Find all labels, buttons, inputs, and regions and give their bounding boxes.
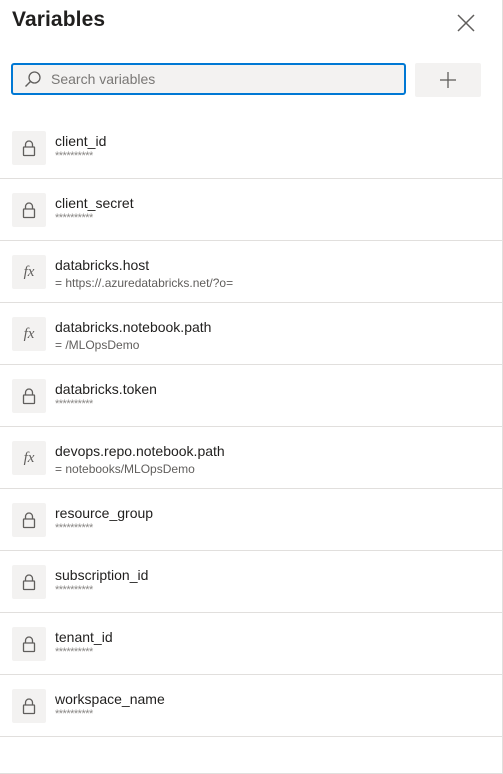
lock-icon — [22, 698, 36, 715]
close-button[interactable] — [455, 12, 477, 34]
variable-row[interactable]: fx devops.repo.notebook.path = notebooks/M… — [0, 427, 502, 489]
lock-icon — [22, 202, 36, 219]
lock-icon — [22, 574, 36, 591]
fx-icon: fx — [12, 255, 46, 289]
variable-name: workspace_name — [55, 691, 165, 707]
panel-title: Variables — [12, 8, 106, 31]
variable-row[interactable]: client_id ********** — [0, 117, 502, 179]
plus-icon — [440, 72, 456, 88]
variable-name: resource_group — [55, 505, 154, 521]
variable-name: databricks.token — [55, 381, 157, 397]
lock-icon — [12, 565, 46, 599]
fx-icon: fx — [12, 441, 46, 475]
variable-value: = notebooks/MLOpsDemo — [55, 462, 195, 476]
variable-name: client_id — [55, 133, 107, 149]
lock-icon — [12, 689, 46, 723]
lock-icon — [22, 636, 36, 653]
variable-value: ********** — [55, 398, 93, 410]
variable-row[interactable]: fx databricks.host = https://.azuredatabri… — [0, 241, 502, 303]
fx-icon: fx — [12, 317, 46, 351]
variable-value: ********** — [55, 150, 93, 162]
variable-row[interactable]: client_secret ********** — [0, 179, 502, 241]
add-variable-button[interactable] — [415, 63, 481, 97]
search-icon — [23, 69, 43, 89]
search-box[interactable] — [11, 63, 406, 95]
variable-value: ********** — [55, 584, 93, 596]
variable-list: client_id ********** client_secret ********… — [0, 117, 502, 737]
variable-row[interactable]: resource_group ********** — [0, 489, 502, 551]
variable-name: devops.repo.notebook.path — [55, 443, 225, 459]
variable-name: tenant_id — [55, 629, 113, 645]
fx-glyph: fx — [23, 449, 35, 466]
fx-glyph: fx — [23, 263, 35, 280]
variable-row[interactable]: fx databricks.notebook.path = /MLOpsDemo — [0, 303, 502, 365]
variable-value: ********** — [55, 212, 93, 224]
close-icon — [457, 14, 475, 32]
lock-icon — [22, 512, 36, 529]
variable-name: subscription_id — [55, 567, 149, 583]
search-input[interactable] — [49, 65, 404, 93]
fx-glyph: fx — [23, 325, 35, 342]
variable-value: = /MLOpsDemo — [55, 338, 140, 352]
lock-icon — [12, 131, 46, 165]
variable-row[interactable]: tenant_id ********** — [0, 613, 502, 675]
variable-value: ********** — [55, 522, 93, 534]
lock-icon — [22, 388, 36, 405]
lock-icon — [12, 193, 46, 227]
lock-icon — [12, 379, 46, 413]
variable-value: ********** — [55, 646, 93, 658]
variables-panel: Variables client_id**********client_secr… — [0, 0, 503, 774]
lock-icon — [12, 627, 46, 661]
variable-value: = https://.azuredatabricks.net/?o= — [55, 276, 234, 290]
variable-row[interactable]: workspace_name ********** — [0, 675, 502, 737]
variable-name: client_secret — [55, 195, 134, 211]
variable-value: ********** — [55, 708, 93, 720]
variable-name: databricks.host — [55, 257, 150, 273]
lock-icon — [12, 503, 46, 537]
variable-name: databricks.notebook.path — [55, 319, 212, 335]
variable-row[interactable]: subscription_id ********** — [0, 551, 502, 613]
lock-icon — [22, 140, 36, 157]
variable-row[interactable]: databricks.token ********** — [0, 365, 502, 427]
